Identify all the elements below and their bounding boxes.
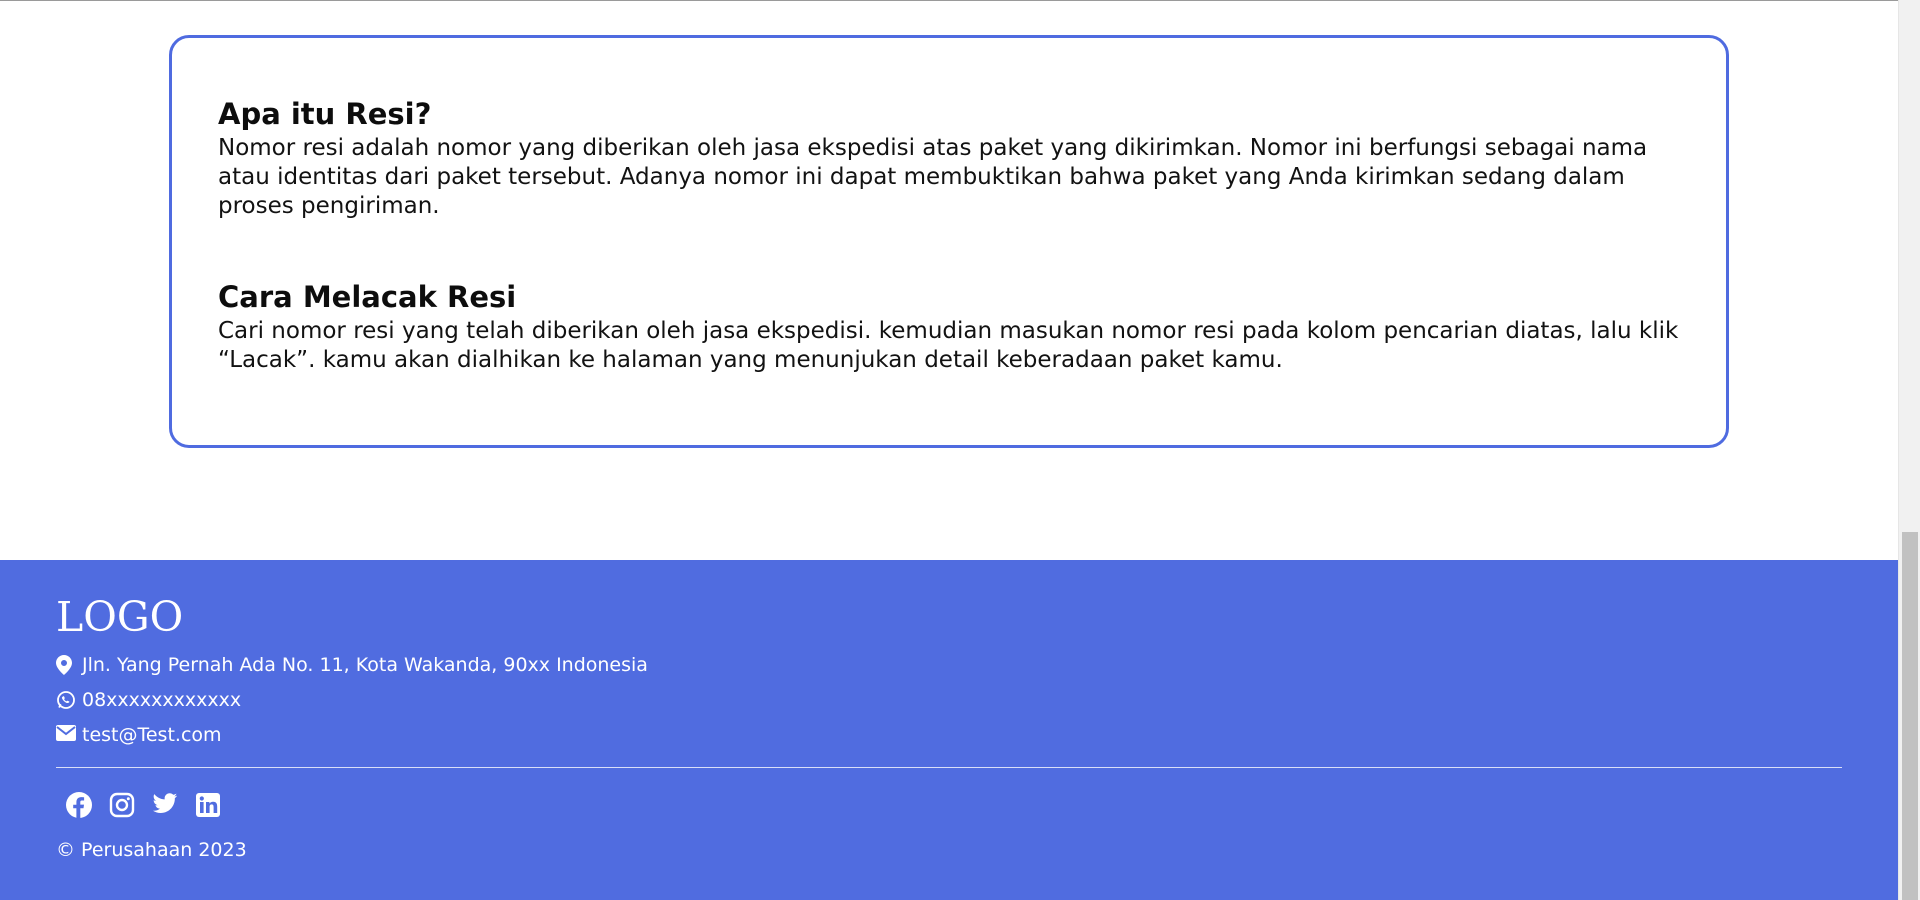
social-links — [56, 792, 1842, 818]
instagram-icon[interactable] — [109, 792, 135, 818]
address-text: Jln. Yang Pernah Ada No. 11, Kota Wakand… — [82, 654, 648, 676]
section-title: Cara Melacak Resi — [218, 280, 517, 314]
phone-line: 08xxxxxxxxxxxx — [56, 688, 1842, 712]
section-body: Nomor resi adalah nomor yang diberikan o… — [218, 135, 1648, 219]
footer: LOGO Jln. Yang Pernah Ada No. 11, Kota W… — [0, 560, 1898, 900]
info-card: Apa itu Resi? Nomor resi adalah nomor ya… — [169, 35, 1729, 448]
email-line: test@Test.com — [56, 723, 1842, 747]
top-border — [0, 0, 1898, 1]
scrollbar-thumb[interactable] — [1902, 532, 1918, 900]
section-title: Apa itu Resi? — [218, 97, 432, 131]
footer-divider — [56, 767, 1842, 768]
section-body: Cari nomor resi yang telah diberikan ole… — [218, 318, 1679, 373]
vertical-scrollbar[interactable] — [1898, 0, 1920, 900]
section-apa-itu-resi: Apa itu Resi? Nomor resi adalah nomor ya… — [218, 94, 1680, 221]
linkedin-icon[interactable] — [195, 792, 221, 818]
envelope-icon — [56, 725, 76, 745]
email-text[interactable]: test@Test.com — [82, 723, 222, 747]
footer-logo[interactable]: LOGO — [56, 592, 1842, 642]
whatsapp-icon — [56, 690, 76, 710]
twitter-icon[interactable] — [152, 792, 178, 818]
phone-text[interactable]: 08xxxxxxxxxxxx — [82, 688, 241, 712]
address-line: Jln. Yang Pernah Ada No. 11, Kota Wakand… — [56, 653, 1842, 677]
copyright-text: © Perusahaan 2023 — [56, 839, 247, 861]
map-marker-icon — [56, 655, 76, 675]
section-cara-melacak-resi: Cara Melacak Resi Cari nomor resi yang t… — [218, 277, 1680, 375]
facebook-icon[interactable] — [66, 792, 92, 818]
